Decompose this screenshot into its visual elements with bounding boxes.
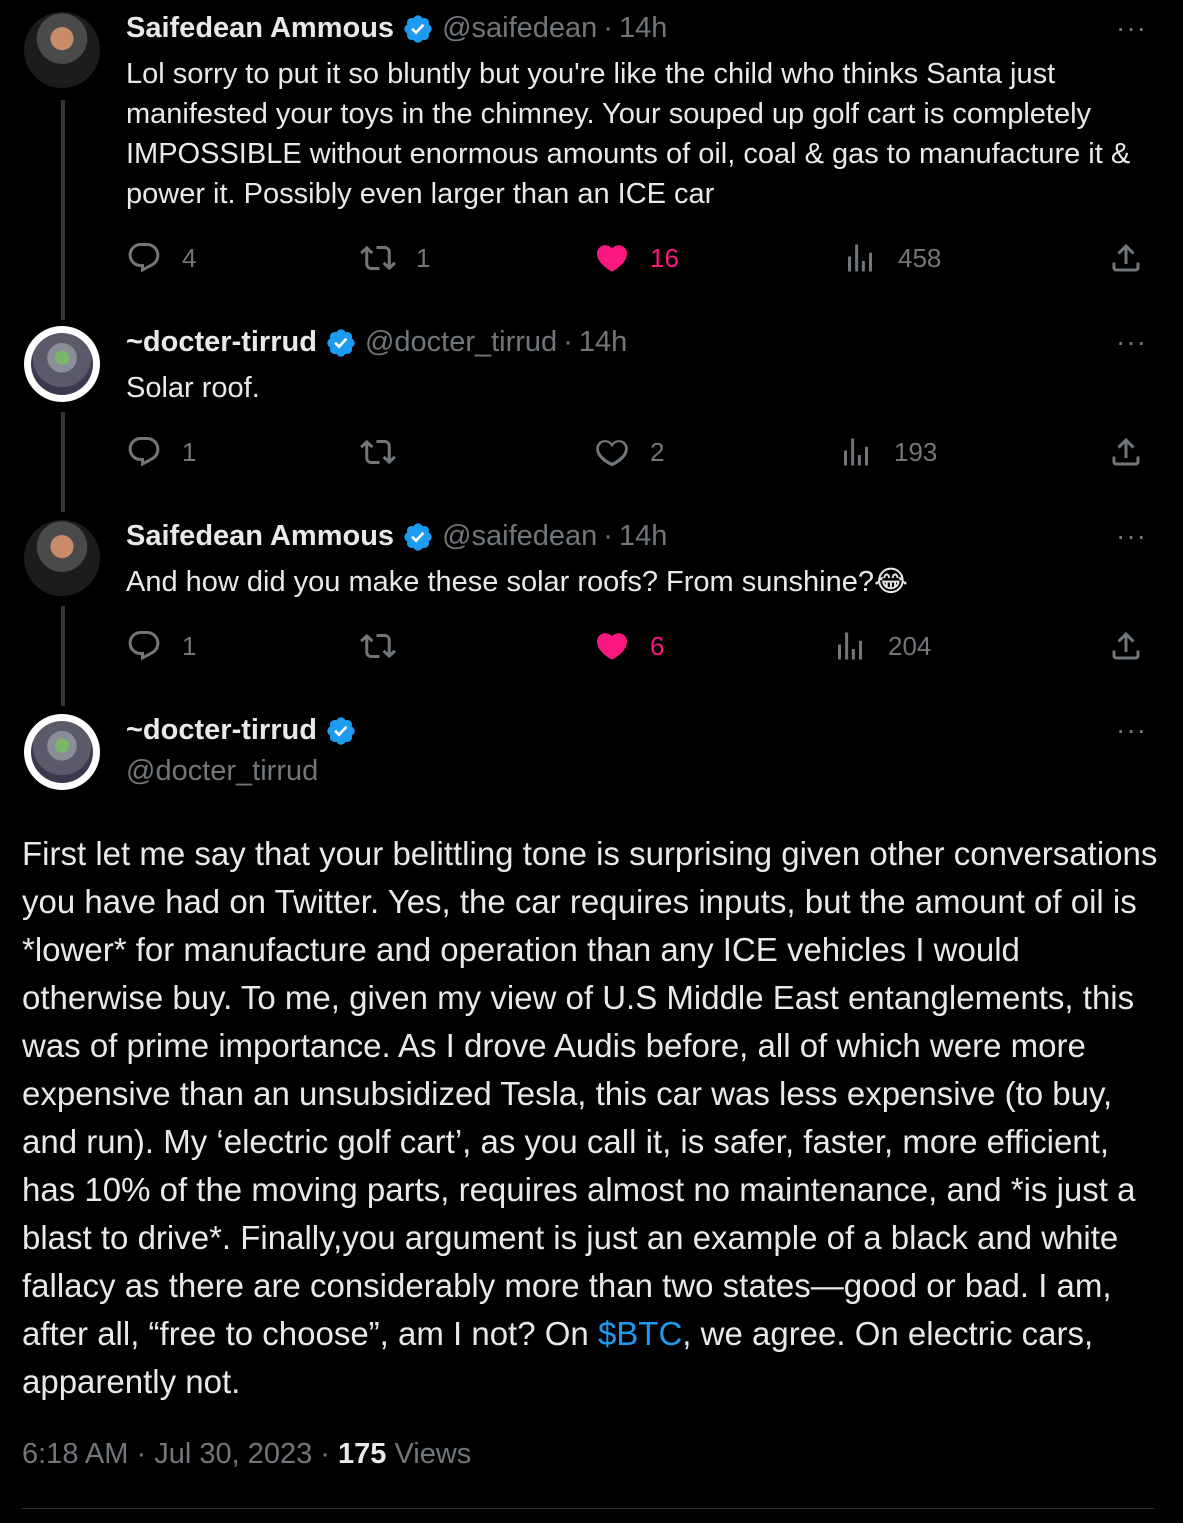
views-label: Views — [394, 1438, 472, 1470]
like-count: 16 — [650, 242, 679, 273]
separator-dot: · — [603, 12, 613, 44]
views-icon — [832, 628, 868, 664]
views-count: 175 — [338, 1438, 387, 1470]
tweet-header: Saifedean Ammous @saifedean · 14h — [126, 12, 667, 45]
views-icon — [838, 434, 874, 470]
view-count: 204 — [888, 630, 932, 661]
retweet-icon — [360, 434, 396, 470]
action-bar: 1 6 204 — [126, 628, 1156, 668]
avatar[interactable] — [24, 714, 100, 790]
tweet-text: First let me say that your belittling to… — [22, 830, 1162, 1406]
like-icon — [594, 240, 630, 276]
retweet-button[interactable] — [360, 628, 416, 664]
more-options-icon[interactable]: ··· — [1116, 520, 1147, 552]
verified-badge-icon — [402, 521, 434, 553]
reply-icon — [126, 434, 162, 470]
reply-count: 1 — [182, 630, 197, 661]
like-icon — [594, 628, 630, 664]
separator-dot: · — [136, 1438, 147, 1470]
like-button[interactable]: 6 — [594, 628, 664, 664]
like-count: 2 — [650, 436, 665, 467]
tweet-header: ~docter-tirrud @docter_tirrud · 14h — [126, 326, 627, 359]
more-options-icon[interactable]: ··· — [1116, 714, 1147, 746]
author-handle[interactable]: @docter_tirrud — [126, 755, 365, 788]
timestamp[interactable]: 14h — [619, 12, 667, 45]
more-options-icon[interactable]: ··· — [1116, 12, 1147, 44]
reply-icon — [126, 240, 162, 276]
reply-count: 1 — [182, 436, 197, 467]
action-bar: 4 1 16 458 — [126, 240, 1156, 280]
reply-button[interactable]: 1 — [126, 628, 196, 664]
retweet-button[interactable]: 1 — [360, 240, 430, 276]
timestamp[interactable]: 14h — [619, 520, 667, 553]
retweet-count: 1 — [416, 242, 431, 273]
reply-button[interactable]: 1 — [126, 434, 196, 470]
views-button[interactable]: 204 — [832, 628, 931, 664]
share-icon — [1108, 434, 1144, 470]
verified-badge-icon — [325, 327, 357, 359]
retweet-icon — [360, 240, 396, 276]
author-name[interactable]: ~docter-tirrud — [126, 714, 317, 747]
author-name[interactable]: Saifedean Ammous — [126, 520, 394, 553]
share-button[interactable] — [1108, 628, 1164, 664]
author-name[interactable]: ~docter-tirrud — [126, 326, 317, 359]
share-icon — [1108, 240, 1144, 276]
divider — [22, 1508, 1154, 1509]
like-button[interactable]: 2 — [594, 434, 664, 470]
share-button[interactable] — [1108, 434, 1164, 470]
tweet-header: ~docter-tirrud @docter_tirrud — [126, 714, 365, 788]
tweet-text: Lol sorry to put it so bluntly but you'r… — [126, 58, 1131, 210]
tweet-text: And how did you make these solar roofs? … — [126, 566, 908, 598]
more-options-icon[interactable]: ··· — [1116, 326, 1147, 358]
action-bar: 1 2 193 — [126, 434, 1156, 474]
verified-badge-icon — [402, 13, 434, 45]
post-time[interactable]: 6:18 AM — [22, 1438, 128, 1470]
views-icon — [842, 240, 878, 276]
separator-dot: · — [320, 1438, 330, 1470]
share-icon — [1108, 628, 1144, 664]
thread-tweet[interactable]: Saifedean Ammous @saifedean · 14h ··· Lo… — [0, 0, 1183, 300]
tweet-text-body: First let me say that your belittling to… — [22, 835, 1158, 1352]
author-handle[interactable]: @saifedean — [442, 12, 597, 45]
avatar[interactable] — [24, 12, 100, 88]
reply-count: 4 — [182, 242, 197, 273]
like-icon — [594, 434, 630, 470]
author-handle[interactable]: @saifedean — [442, 520, 597, 553]
separator-dot: · — [603, 520, 613, 552]
like-count: 6 — [650, 630, 665, 661]
views-button[interactable]: 458 — [842, 240, 941, 276]
view-count: 458 — [898, 242, 942, 273]
author-name[interactable]: Saifedean Ammous — [126, 12, 394, 45]
post-date[interactable]: Jul 30, 2023 — [154, 1438, 312, 1470]
timestamp[interactable]: 14h — [579, 326, 627, 359]
share-button[interactable] — [1108, 240, 1164, 276]
reply-button[interactable]: 4 — [126, 240, 196, 276]
avatar[interactable] — [24, 326, 100, 402]
like-button[interactable]: 16 — [594, 240, 679, 276]
thread-tweet[interactable]: Saifedean Ammous @saifedean · 14h ··· An… — [0, 504, 1183, 694]
separator-dot: · — [563, 326, 573, 358]
retweet-button[interactable] — [360, 434, 416, 470]
main-tweet: ~docter-tirrud @docter_tirrud ··· First … — [0, 700, 1183, 1523]
cashtag-link[interactable]: $BTC — [598, 1315, 682, 1352]
view-count: 193 — [894, 436, 938, 467]
verified-badge-icon — [325, 715, 357, 747]
retweet-icon — [360, 628, 396, 664]
avatar[interactable] — [24, 520, 100, 596]
tweet-header: Saifedean Ammous @saifedean · 14h — [126, 520, 667, 553]
tweet-text: Solar roof. — [126, 372, 260, 404]
thread-tweet[interactable]: ~docter-tirrud @docter_tirrud · 14h ··· … — [0, 310, 1183, 500]
tweet-meta: 6:18 AM · Jul 30, 2023 · 175 Views — [22, 1438, 471, 1471]
reply-icon — [126, 628, 162, 664]
author-handle[interactable]: @docter_tirrud — [365, 326, 557, 359]
views-button[interactable]: 193 — [838, 434, 937, 470]
